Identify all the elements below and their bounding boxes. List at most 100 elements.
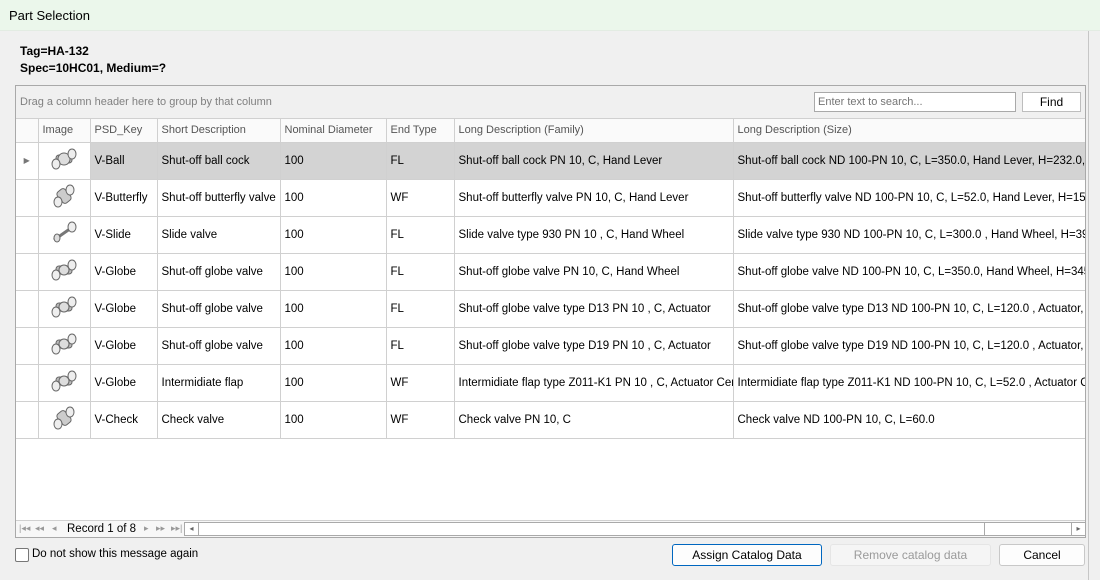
table-row[interactable]: V-Slide Slide valve 100 FL Slide valve type … xyxy=(16,216,1085,254)
image-cell[interactable] xyxy=(38,327,91,365)
cell-end-type[interactable]: WF xyxy=(386,401,455,439)
cell-long-description-size[interactable]: Shut-off globe valve ND 100-PN 10, C, L=… xyxy=(733,253,1085,291)
scrollbar-thumb[interactable] xyxy=(199,523,985,535)
cell-short-description[interactable]: Check valve xyxy=(157,401,281,439)
column-header-psd-key[interactable]: PSD_Key xyxy=(90,119,158,143)
row-indicator[interactable] xyxy=(16,179,39,217)
table-row[interactable]: V-Butterfly Shut-off butterfly valve 100 WF… xyxy=(16,179,1085,217)
last-record-icon[interactable]: ▸▸| xyxy=(171,523,182,534)
image-cell[interactable] xyxy=(38,253,91,291)
next-page-icon[interactable]: ▸▸ xyxy=(156,523,165,534)
cell-long-description-family[interactable]: Shut-off globe valve type D19 PN 10 , C,… xyxy=(454,327,734,365)
image-cell[interactable] xyxy=(38,216,91,254)
dont-show-checkbox[interactable] xyxy=(15,548,29,562)
column-header-nominal-diameter[interactable]: Nominal Diameter xyxy=(280,119,387,143)
cell-long-description-size[interactable]: Slide valve type 930 ND 100-PN 10, C, L=… xyxy=(733,216,1085,254)
cell-end-type[interactable]: FL xyxy=(386,142,455,180)
cell-short-description[interactable]: Shut-off globe valve xyxy=(157,327,281,365)
cell-short-description[interactable]: Shut-off globe valve xyxy=(157,290,281,328)
group-panel[interactable]: Drag a column header here to group by th… xyxy=(16,86,1085,119)
cell-long-description-size[interactable]: Check valve ND 100-PN 10, C, L=60.0 xyxy=(733,401,1085,439)
cell-psd-key[interactable]: V-Globe xyxy=(90,290,158,328)
row-indicator[interactable] xyxy=(16,253,39,291)
cell-long-description-family[interactable]: Check valve PN 10, C xyxy=(454,401,734,439)
cell-short-description[interactable]: Shut-off globe valve xyxy=(157,253,281,291)
row-indicator[interactable] xyxy=(16,401,39,439)
cell-nominal-diameter[interactable]: 100 xyxy=(280,216,387,254)
cell-long-description-size[interactable]: Intermidiate flap type Z011-K1 ND 100-PN… xyxy=(733,364,1085,402)
scroll-left-icon[interactable]: ◂ xyxy=(185,523,199,535)
column-header-long-description-family[interactable]: Long Description (Family) xyxy=(454,119,734,143)
row-indicator[interactable] xyxy=(16,327,39,365)
cell-short-description[interactable]: Slide valve xyxy=(157,216,281,254)
cell-nominal-diameter[interactable]: 100 xyxy=(280,179,387,217)
parts-table: Image PSD_Key Short Description Nominal Dia… xyxy=(16,119,1085,439)
cell-long-description-family[interactable]: Intermidiate flap type Z011-K1 PN 10 , C… xyxy=(454,364,734,402)
assign-catalog-data-button[interactable]: Assign Catalog Data xyxy=(672,544,822,566)
cell-long-description-size[interactable]: Shut-off ball cock ND 100-PN 10, C, L=35… xyxy=(733,142,1085,180)
table-row[interactable]: V-Globe Shut-off globe valve 100 FL Shut-off… xyxy=(16,290,1085,328)
cell-psd-key[interactable]: V-Ball xyxy=(90,142,158,180)
horizontal-scrollbar[interactable]: ◂ ▸ xyxy=(184,522,1085,536)
image-cell[interactable] xyxy=(38,142,91,180)
cell-psd-key[interactable]: V-Globe xyxy=(90,327,158,365)
cell-long-description-family[interactable]: Shut-off globe valve PN 10, C, Hand Whee… xyxy=(454,253,734,291)
cell-short-description[interactable]: Shut-off butterfly valve xyxy=(157,179,281,217)
find-button[interactable]: Find xyxy=(1022,92,1081,112)
cell-end-type[interactable]: FL xyxy=(386,253,455,291)
column-header-end-type[interactable]: End Type xyxy=(386,119,455,143)
image-cell[interactable] xyxy=(38,290,91,328)
row-indicator[interactable] xyxy=(16,364,39,402)
row-indicator[interactable] xyxy=(16,216,39,254)
cell-end-type[interactable]: FL xyxy=(386,216,455,254)
cell-psd-key[interactable]: V-Slide xyxy=(90,216,158,254)
cell-psd-key[interactable]: V-Check xyxy=(90,401,158,439)
cell-long-description-size[interactable]: Shut-off globe valve type D13 ND 100-PN … xyxy=(733,290,1085,328)
remove-catalog-data-button[interactable]: Remove catalog data xyxy=(830,544,991,566)
image-cell[interactable] xyxy=(38,179,91,217)
cell-nominal-diameter[interactable]: 100 xyxy=(280,364,387,402)
cell-long-description-size[interactable]: Shut-off butterfly valve ND 100-PN 10, C… xyxy=(733,179,1085,217)
cell-long-description-family[interactable]: Shut-off globe valve type D13 PN 10 , C,… xyxy=(454,290,734,328)
slide-valve-icon xyxy=(53,221,77,243)
column-header-short-description[interactable]: Short Description xyxy=(157,119,281,143)
cancel-button[interactable]: Cancel xyxy=(999,544,1085,566)
scroll-right-icon[interactable]: ▸ xyxy=(1071,523,1085,535)
cell-end-type[interactable]: FL xyxy=(386,327,455,365)
cell-short-description[interactable]: Intermidiate flap xyxy=(157,364,281,402)
cell-psd-key[interactable]: V-Globe xyxy=(90,253,158,291)
cell-long-description-family[interactable]: Slide valve type 930 PN 10 , C, Hand Whe… xyxy=(454,216,734,254)
cell-end-type[interactable]: WF xyxy=(386,364,455,402)
first-record-icon[interactable]: |◂◂ xyxy=(19,523,30,534)
window-edge xyxy=(1088,31,1100,580)
table-row[interactable]: V-Check Check valve 100 WF Check valve PN 10… xyxy=(16,401,1085,439)
cell-end-type[interactable]: WF xyxy=(386,179,455,217)
cell-long-description-family[interactable]: Shut-off butterfly valve PN 10, C, Hand … xyxy=(454,179,734,217)
image-cell[interactable] xyxy=(38,364,91,402)
cell-nominal-diameter[interactable]: 100 xyxy=(280,142,387,180)
cell-nominal-diameter[interactable]: 100 xyxy=(280,253,387,291)
cell-end-type[interactable]: FL xyxy=(386,290,455,328)
column-header-long-description-size[interactable]: Long Description (Size) xyxy=(733,119,1085,143)
cell-nominal-diameter[interactable]: 100 xyxy=(280,327,387,365)
cell-long-description-family[interactable]: Shut-off ball cock PN 10, C, Hand Lever xyxy=(454,142,734,180)
search-input[interactable] xyxy=(814,92,1016,112)
prev-record-icon[interactable]: ◂ xyxy=(52,523,57,534)
next-record-icon[interactable]: ▸ xyxy=(144,523,149,534)
cell-psd-key[interactable]: V-Globe xyxy=(90,364,158,402)
cell-long-description-size[interactable]: Shut-off globe valve type D19 ND 100-PN … xyxy=(733,327,1085,365)
cell-psd-key[interactable]: V-Butterfly xyxy=(90,179,158,217)
table-row[interactable]: V-Globe Shut-off globe valve 100 FL Shut-off… xyxy=(16,253,1085,291)
prev-page-icon[interactable]: ◂◂ xyxy=(35,523,44,534)
row-indicator[interactable]: ▶ xyxy=(16,142,39,180)
cell-nominal-diameter[interactable]: 100 xyxy=(280,401,387,439)
row-indicator[interactable] xyxy=(16,290,39,328)
image-cell[interactable] xyxy=(38,401,91,439)
table-row[interactable]: V-Globe Shut-off globe valve 100 FL Shut-off… xyxy=(16,327,1085,365)
group-hint: Drag a column header here to group by th… xyxy=(20,96,272,108)
column-header-image[interactable]: Image xyxy=(38,119,91,143)
table-row[interactable]: V-Globe Intermidiate flap 100 WF Intermidiat… xyxy=(16,364,1085,402)
cell-short-description[interactable]: Shut-off ball cock xyxy=(157,142,281,180)
cell-nominal-diameter[interactable]: 100 xyxy=(280,290,387,328)
table-row[interactable]: ▶ V-Ball Shut-off ball cock 100 FL Shut-off b… xyxy=(16,142,1085,180)
